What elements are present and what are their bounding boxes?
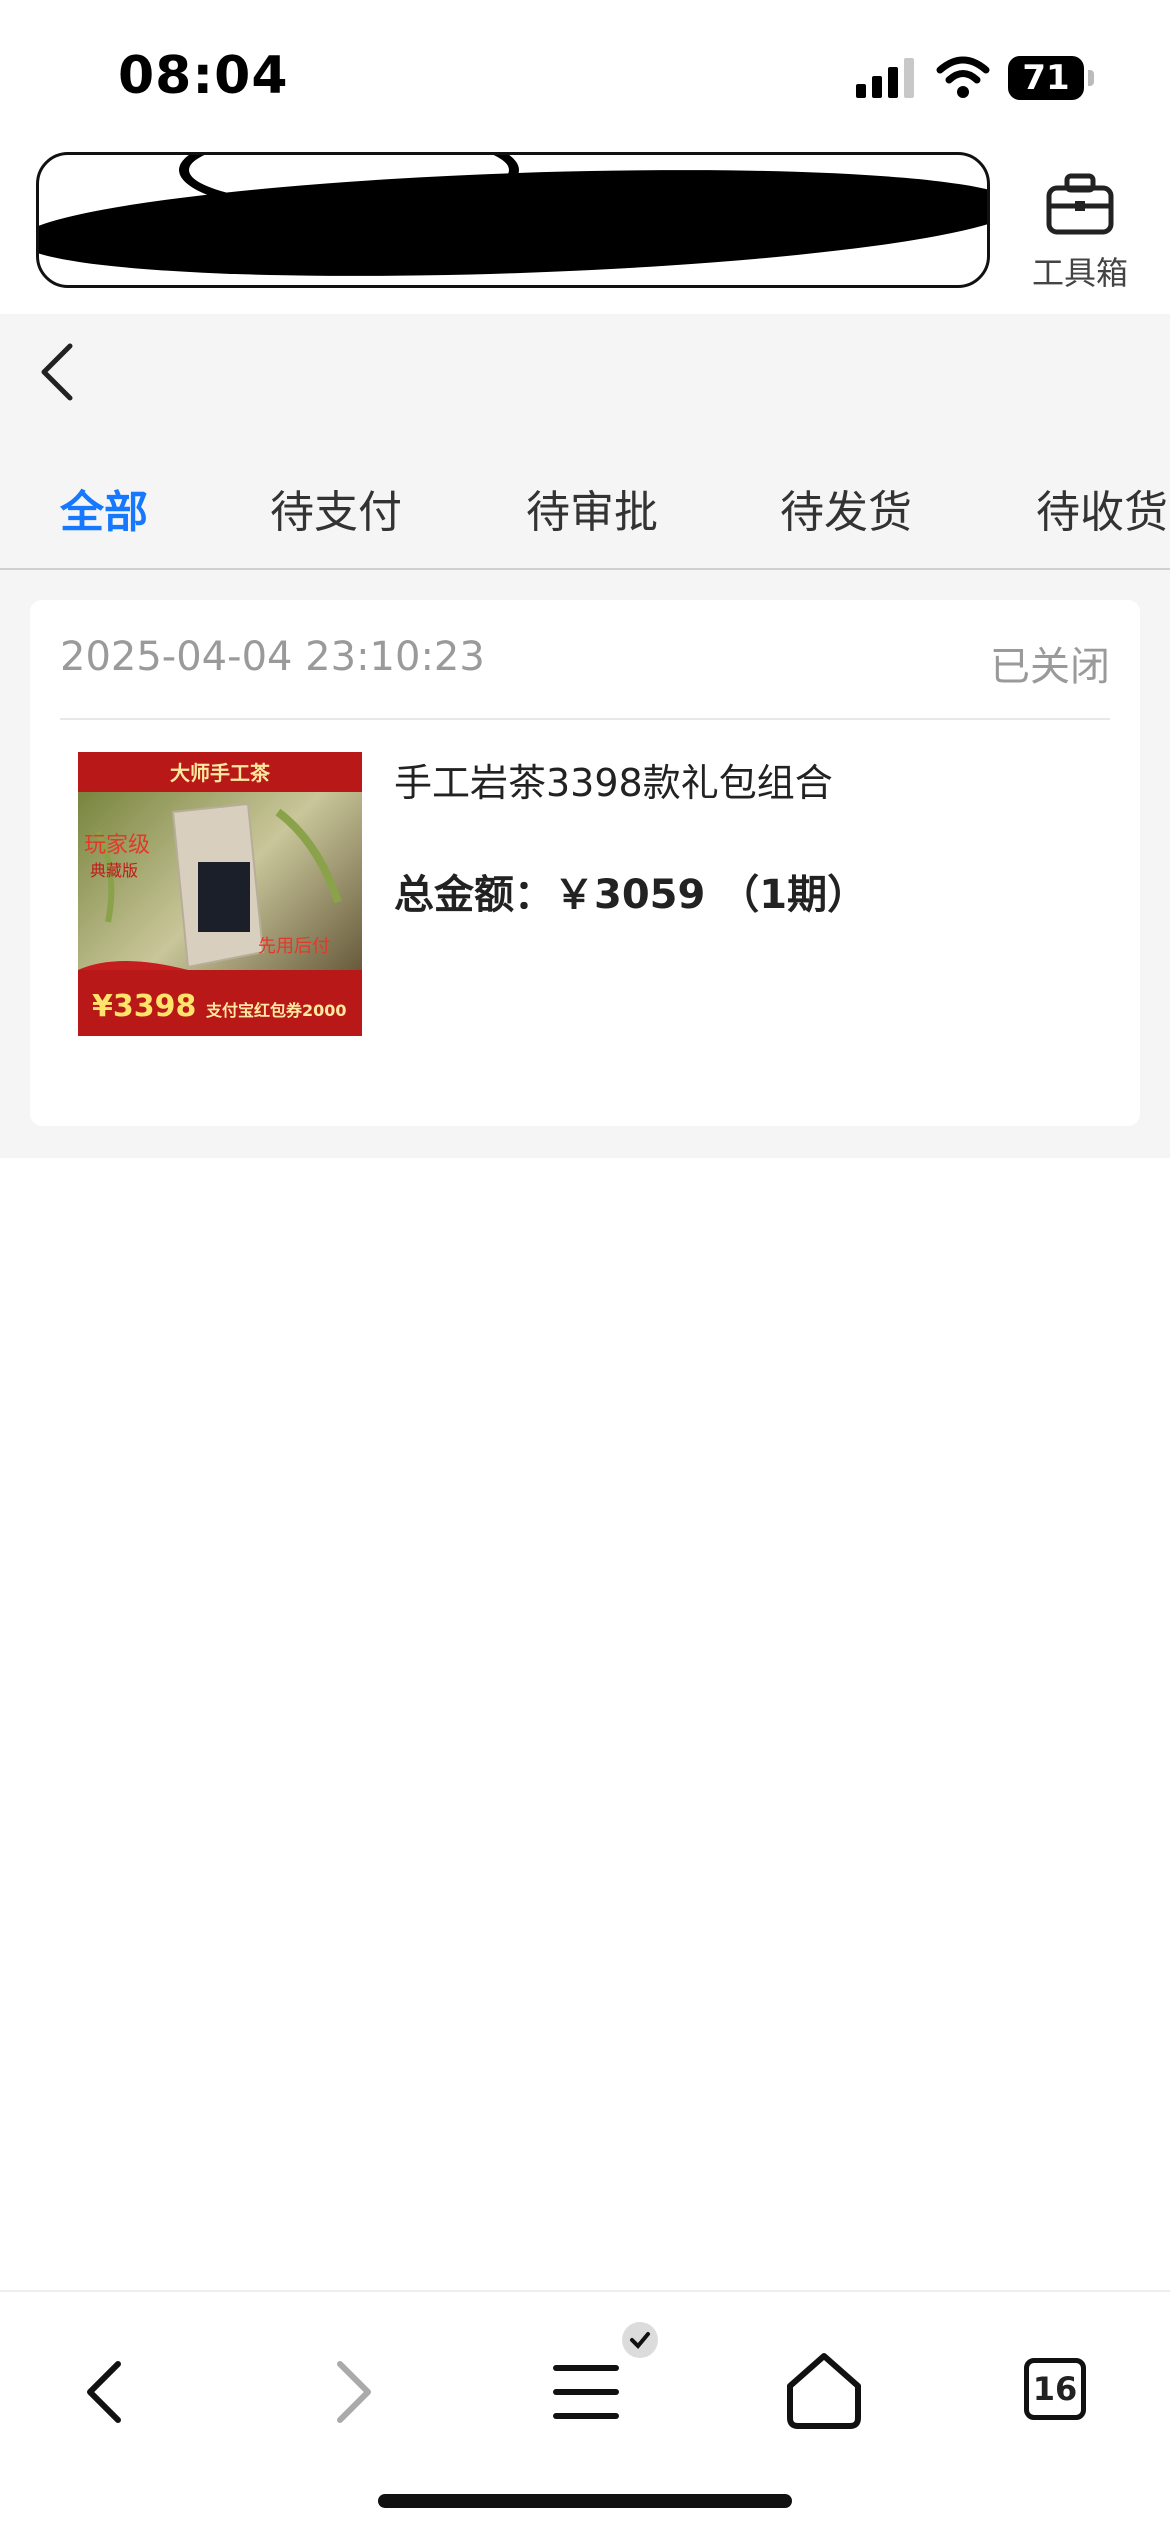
product-tag-text-2: 典藏版 <box>90 861 138 880</box>
address-bar[interactable] <box>36 152 990 288</box>
order-card[interactable]: 2025-04-04 23:10:23 已关闭 大师手工茶 玩家级 典藏版 先用… <box>30 600 1140 1126</box>
product-coupon-text: 支付宝红包券2000 <box>205 1001 347 1020</box>
tab-pending-payment[interactable]: 待支付 <box>270 476 402 540</box>
browser-back-icon[interactable] <box>66 2352 146 2432</box>
product-price-text: ¥3398 <box>92 989 196 1024</box>
tab-pending-shipment[interactable]: 待发货 <box>780 476 912 540</box>
menu-icon[interactable] <box>546 2322 666 2432</box>
status-time: 08:04 <box>118 46 289 106</box>
wifi-icon <box>936 56 990 98</box>
browser-forward-icon[interactable] <box>312 2352 392 2432</box>
home-indicator <box>378 2494 792 2508</box>
back-icon[interactable] <box>36 340 76 404</box>
order-time: 2025-04-04 23:10:23 <box>60 634 485 680</box>
product-tag-text: 玩家级 <box>84 833 150 858</box>
divider <box>60 718 1110 720</box>
product-tag-text-3: 先用后付 <box>258 936 330 957</box>
browser-bottom-bar: 16 <box>0 2290 1170 2534</box>
product-illustration: 大师手工茶 玩家级 典藏版 先用后付 ¥3398 支付宝红包券2000 <box>78 752 362 1036</box>
battery-icon: 71 <box>1008 56 1096 100</box>
tab-pending-approval[interactable]: 待审批 <box>526 476 658 540</box>
order-tabs: 全部 待支付 待审批 待发货 待收货 <box>0 444 1170 570</box>
page-header <box>0 314 1170 444</box>
tab-pending-receipt[interactable]: 待收货 <box>1036 476 1168 540</box>
order-total-value: ￥3059 （1期） <box>554 872 868 918</box>
toolbox-label: 工具箱 <box>1031 254 1128 292</box>
toolbox-button[interactable]: 工具箱 <box>1020 168 1140 298</box>
battery-level: 71 <box>1022 58 1070 98</box>
order-total: 总金额：￥3059 （1期） <box>394 862 867 920</box>
product-name[interactable]: 手工岩茶3398款礼包组合 <box>394 752 833 807</box>
home-icon[interactable] <box>782 2348 866 2432</box>
tabs-count-button[interactable]: 16 <box>1024 2358 1086 2420</box>
tab-all[interactable]: 全部 <box>60 476 148 540</box>
order-total-label: 总金额： <box>394 872 554 918</box>
product-banner-text: 大师手工茶 <box>170 761 271 785</box>
product-image[interactable]: 大师手工茶 玩家级 典藏版 先用后付 ¥3398 支付宝红包券2000 <box>78 752 362 1036</box>
signal-icon <box>856 58 914 98</box>
order-status: 已关闭 <box>990 644 1110 690</box>
toolbox-icon <box>1046 173 1114 235</box>
